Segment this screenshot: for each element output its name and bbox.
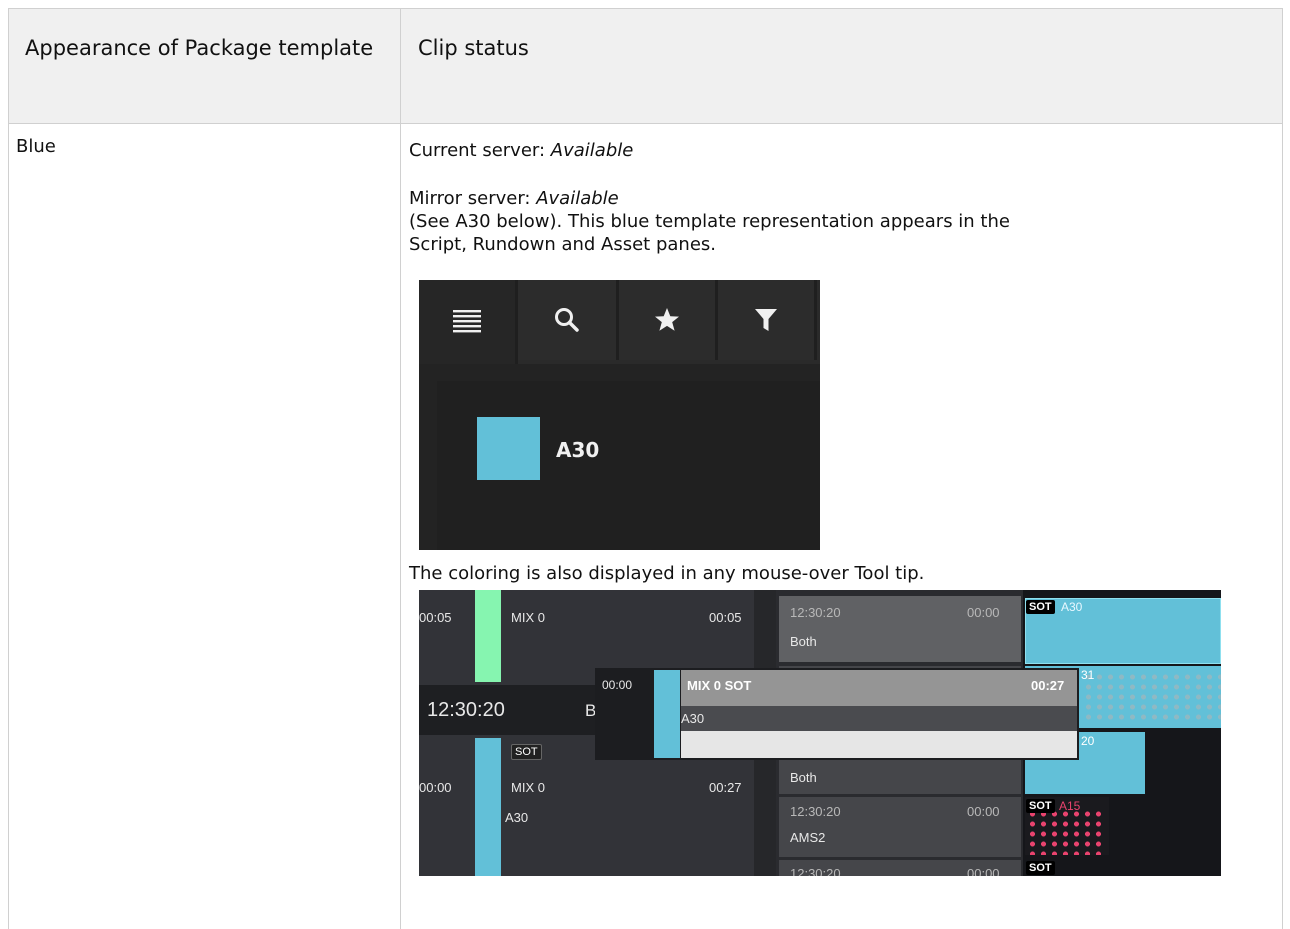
tooltip-time: 00:00 bbox=[602, 678, 633, 692]
tooltip-clip: A30 bbox=[681, 711, 705, 726]
clip-31-label: 31 bbox=[1081, 668, 1095, 682]
left-bottom-clip: A30 bbox=[505, 810, 529, 825]
table-header-row bbox=[9, 9, 1283, 124]
appearance-value: Blue bbox=[16, 136, 56, 157]
current-server-line: Current server: Available bbox=[409, 140, 633, 162]
clip-a30-label: A30 bbox=[1061, 600, 1083, 614]
blue-template-strip bbox=[475, 738, 501, 876]
left-top-mix: MIX 0 bbox=[511, 610, 545, 625]
tooltip-footer bbox=[681, 731, 1077, 758]
description-line-1: (See A30 below). This blue template repr… bbox=[409, 211, 1010, 232]
left-bottom-time: 00:00 bbox=[419, 780, 452, 795]
left-bottom-duration: 00:27 bbox=[709, 780, 742, 795]
rundown-tooltip-screenshot: 00:05 MIX 0 00:05 12:30:20 B SOT 00:00 M… bbox=[419, 590, 1221, 876]
mirror-server-value: Available bbox=[536, 188, 619, 209]
tooltip-title: MIX 0 SOT bbox=[687, 678, 752, 693]
clip-20-label: 20 bbox=[1081, 734, 1095, 748]
current-server-label: Current server bbox=[409, 140, 539, 161]
asset-item-label[interactable]: A30 bbox=[556, 438, 599, 462]
clip-a30-sot-badge: SOT bbox=[1026, 600, 1055, 614]
left-bottom-mix: MIX 0 bbox=[511, 780, 545, 795]
filter-icon bbox=[755, 309, 777, 331]
table-right-border bbox=[1282, 9, 1283, 929]
row3-time: 12:30:20 bbox=[790, 804, 841, 819]
time-bar-time: 12:30:20 bbox=[427, 699, 505, 721]
clip-a15-sot-badge: SOT bbox=[1026, 799, 1055, 813]
mirror-server-sep: : bbox=[524, 188, 537, 209]
row2-sub: Both bbox=[790, 770, 817, 785]
blue-template-swatch bbox=[477, 417, 540, 480]
green-template-strip bbox=[475, 590, 501, 682]
current-server-value: Available bbox=[550, 140, 634, 161]
current-server-sep: : bbox=[539, 140, 551, 161]
filter-tab[interactable] bbox=[718, 280, 817, 360]
tooltip-clip-row bbox=[681, 706, 1077, 731]
header-appearance: Appearance of Package template bbox=[25, 36, 374, 60]
search-tab[interactable] bbox=[518, 280, 619, 360]
list-view-tab[interactable] bbox=[419, 280, 518, 364]
row1-duration: 00:00 bbox=[967, 605, 1000, 620]
mirror-server-label: Mirror server bbox=[409, 188, 525, 209]
left-top-duration: 00:05 bbox=[709, 610, 742, 625]
row4-time: 12:30:20 bbox=[790, 866, 841, 876]
clip-31-pattern bbox=[1083, 672, 1221, 724]
tooltip-blue-strip bbox=[654, 670, 680, 758]
sot-badge: SOT bbox=[511, 744, 542, 760]
clip-a15-pattern bbox=[1027, 809, 1107, 855]
asset-pane-screenshot: A30 bbox=[419, 280, 820, 550]
search-icon bbox=[555, 308, 579, 332]
tooltip-note: The coloring is also displayed in any mo… bbox=[409, 563, 925, 584]
row1-time: 12:30:20 bbox=[790, 605, 841, 620]
favorites-tab[interactable] bbox=[619, 280, 718, 360]
row1-sub: Both bbox=[790, 634, 817, 649]
row4-duration: 00:00 bbox=[967, 866, 1000, 876]
row3-duration: 00:00 bbox=[967, 804, 1000, 819]
column-divider bbox=[400, 9, 401, 929]
list-icon bbox=[453, 310, 481, 333]
left-top-time: 00:05 bbox=[419, 610, 452, 625]
clip-next-sot-badge: SOT bbox=[1026, 861, 1055, 875]
star-icon bbox=[655, 308, 679, 331]
mirror-server-line: Mirror server: Available bbox=[409, 188, 619, 210]
tooltip-duration: 00:27 bbox=[1031, 678, 1065, 693]
row3-sub: AMS2 bbox=[790, 830, 826, 845]
header-clip-status: Clip status bbox=[418, 36, 529, 60]
clip-a15-label: A15 bbox=[1059, 799, 1081, 813]
description-line-2: Script, Rundown and Asset panes. bbox=[409, 234, 717, 255]
